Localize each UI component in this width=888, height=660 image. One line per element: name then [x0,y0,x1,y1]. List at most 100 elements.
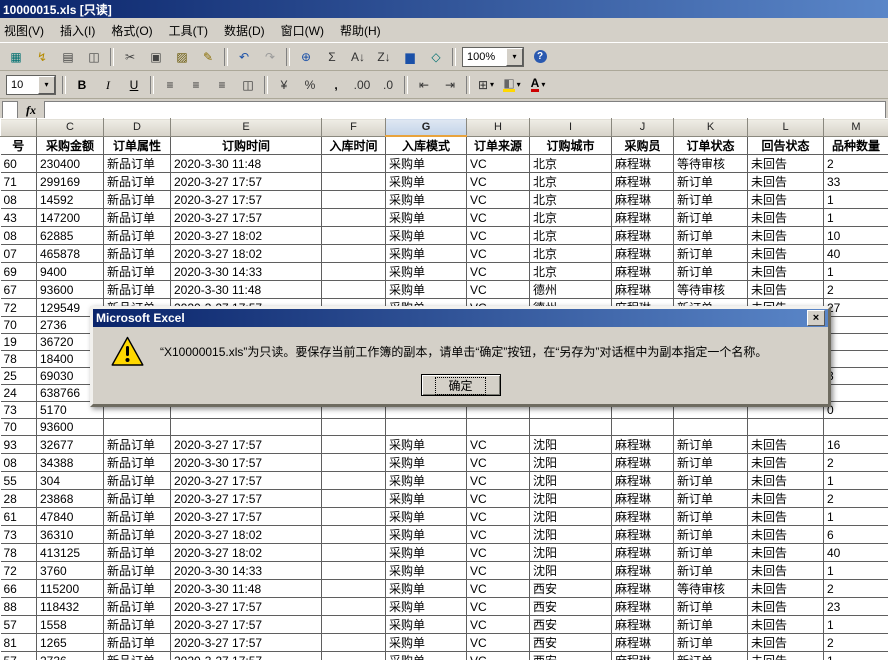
sheet-cell[interactable]: 新品订单 [104,263,171,281]
sheet-cell[interactable]: 78 [1,351,37,368]
sheet-cell[interactable]: 北京 [530,173,612,191]
sheet-cell[interactable]: 采购单 [386,490,467,508]
menu-item-insert[interactable]: 插入(I) [52,18,103,43]
sheet-cell[interactable]: 采购单 [386,245,467,263]
sheet-cell[interactable]: 麻程琳 [612,580,674,598]
sheet-cell[interactable]: 57 [1,616,37,634]
column-header-e[interactable]: E [171,119,322,137]
sheet-cell[interactable]: 采购单 [386,562,467,580]
sheet-cell[interactable]: 3 [824,368,888,385]
sheet-cell[interactable]: 2020-3-30 11:48 [171,155,322,173]
sheet-header-cell[interactable]: 入库时间 [322,136,386,155]
sheet-cell[interactable]: 465878 [37,245,104,263]
sheet-cell[interactable]: 57 [1,652,37,660]
sheet-cell[interactable] [824,317,888,334]
sheet-cell[interactable]: 麻程琳 [612,544,674,562]
sheet-cell[interactable]: 西安 [530,616,612,634]
sheet-cell[interactable]: 19 [1,334,37,351]
sheet-cell[interactable]: VC [467,508,530,526]
sheet-cell[interactable]: 70 [1,419,37,436]
sheet-cell[interactable]: 93 [1,436,37,454]
sheet-cell[interactable]: 28 [1,490,37,508]
sheet-cell[interactable]: 北京 [530,191,612,209]
sheet-cell[interactable]: 新订单 [674,526,748,544]
sheet-cell[interactable]: VC [467,454,530,472]
sheet-cell[interactable] [322,173,386,191]
sheet-cell[interactable]: 北京 [530,245,612,263]
sheet-cell[interactable]: 299169 [37,173,104,191]
sheet-cell[interactable]: 88 [1,598,37,616]
sheet-cell[interactable]: VC [467,544,530,562]
sheet-cell[interactable]: 未回告 [748,263,824,281]
drawing-icon[interactable]: ◇ [424,46,448,68]
underline-button[interactable]: U [122,74,146,96]
sheet-cell[interactable]: 1 [824,508,888,526]
sheet-cell[interactable]: 2020-3-27 18:02 [171,245,322,263]
sheet-cell[interactable]: 2020-3-27 17:57 [171,490,322,508]
sheet-cell[interactable]: 69 [1,263,37,281]
sheet-cell[interactable]: 未回告 [748,209,824,227]
sheet-cell[interactable]: VC [467,562,530,580]
sheet-cell[interactable]: VC [467,227,530,245]
bold-button[interactable]: B [70,74,94,96]
sheet-cell[interactable] [322,281,386,299]
fill-color-icon[interactable]: ◧▾ [500,74,524,96]
sheet-cell[interactable]: 73 [1,402,37,419]
sheet-cell[interactable]: 未回告 [748,526,824,544]
sheet-cell[interactable] [322,598,386,616]
sheet-cell[interactable]: VC [467,616,530,634]
formula-input[interactable] [44,101,886,119]
sheet-cell[interactable] [322,263,386,281]
sheet-header-cell[interactable]: 回告状态 [748,136,824,155]
sheet-cell[interactable]: 71 [1,173,37,191]
sheet-cell[interactable]: 1 [824,562,888,580]
sheet-cell[interactable]: 新品订单 [104,155,171,173]
sheet-cell[interactable]: 新订单 [674,263,748,281]
chart-wizard-icon[interactable]: ▆ [398,46,422,68]
chevron-down-icon[interactable]: ▾ [517,80,521,89]
sheet-cell[interactable] [322,472,386,490]
sheet-cell[interactable]: 沈阳 [530,436,612,454]
zoom-combo[interactable]: 100% ▾ [462,47,524,67]
sheet-cell[interactable]: 2020-3-27 17:57 [171,652,322,660]
sheet-cell[interactable]: 采购单 [386,508,467,526]
sheet-cell[interactable]: 麻程琳 [612,245,674,263]
sheet-cell[interactable]: 147200 [37,209,104,227]
borders-icon[interactable]: ⊞▾ [474,74,498,96]
menu-item-window[interactable]: 窗口(W) [273,18,332,43]
menu-item-tools[interactable]: 工具(T) [161,18,216,43]
sheet-cell[interactable] [322,652,386,660]
sheet-cell[interactable] [824,419,888,436]
comma-icon[interactable]: , [324,74,348,96]
sheet-cell[interactable]: 未回告 [748,490,824,508]
chevron-down-icon[interactable]: ▾ [506,48,523,66]
sheet-cell[interactable]: 9400 [37,263,104,281]
sheet-cell[interactable]: 未回告 [748,580,824,598]
sheet-cell[interactable]: 24 [1,385,37,402]
sheet-cell[interactable]: 北京 [530,209,612,227]
sheet-cell[interactable]: 麻程琳 [612,263,674,281]
sheet-cell[interactable]: 新订单 [674,562,748,580]
sheet-cell[interactable]: 1265 [37,634,104,652]
menu-item-help[interactable]: 帮助(H) [332,18,389,43]
sheet-cell[interactable]: VC [467,580,530,598]
sheet-cell[interactable]: 新品订单 [104,580,171,598]
sheet-cell[interactable] [824,385,888,402]
sheet-cell[interactable]: 新订单 [674,508,748,526]
sheet-cell[interactable]: 新品订单 [104,245,171,263]
sheet-cell[interactable]: 新品订单 [104,652,171,660]
sheet-cell[interactable] [824,351,888,368]
sheet-cell[interactable]: 2020-3-30 11:48 [171,580,322,598]
sheet-cell[interactable]: VC [467,209,530,227]
sheet-cell[interactable]: 等待审核 [674,580,748,598]
sheet-cell[interactable]: 北京 [530,155,612,173]
sheet-cell[interactable]: 采购单 [386,436,467,454]
sheet-cell[interactable]: 43 [1,209,37,227]
sheet-cell[interactable]: 2020-3-30 17:57 [171,454,322,472]
column-header-m[interactable]: M [824,119,888,137]
sheet-cell[interactable]: 新品订单 [104,227,171,245]
sheet-cell[interactable]: 2 [824,155,888,173]
sheet-cell[interactable]: 未回告 [748,544,824,562]
sheet-cell[interactable]: 新订单 [674,245,748,263]
sheet-cell[interactable] [322,454,386,472]
